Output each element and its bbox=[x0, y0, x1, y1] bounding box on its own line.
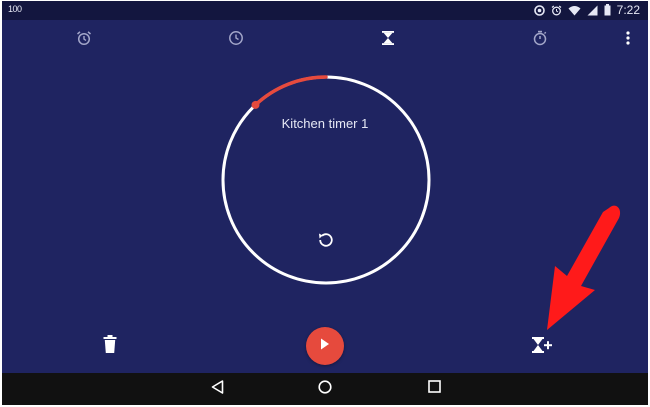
back-icon bbox=[211, 379, 224, 399]
annotation-arrow bbox=[547, 205, 621, 330]
play-icon bbox=[320, 337, 330, 355]
timer-ring-progress-dot bbox=[251, 100, 260, 109]
add-timer-button[interactable] bbox=[529, 334, 555, 360]
trash-icon bbox=[103, 334, 117, 358]
reset-timer-button[interactable] bbox=[314, 230, 338, 254]
start-timer-button[interactable] bbox=[306, 327, 344, 365]
device-screen: 100 7:22 Kitchen timer 1 bbox=[2, 1, 648, 405]
nav-recents-button[interactable] bbox=[422, 377, 446, 401]
navigation-bar bbox=[2, 373, 648, 405]
timer-ring[interactable] bbox=[216, 70, 436, 290]
home-icon bbox=[318, 379, 332, 399]
timer-name-label[interactable]: Kitchen timer 1 bbox=[225, 116, 425, 131]
delete-timer-button[interactable] bbox=[99, 334, 121, 358]
nav-back-button[interactable] bbox=[205, 377, 229, 401]
timer-ring-progress bbox=[253, 75, 328, 107]
recents-icon bbox=[427, 380, 441, 398]
reset-icon bbox=[316, 230, 336, 255]
add-timer-icon bbox=[531, 336, 553, 359]
nav-home-button[interactable] bbox=[313, 377, 337, 401]
